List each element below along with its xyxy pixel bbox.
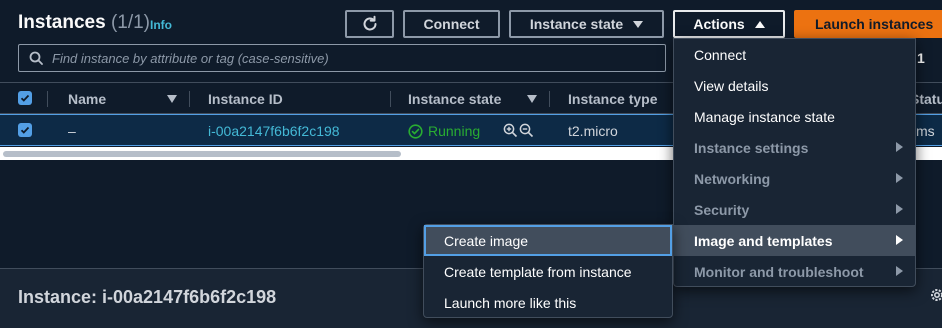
- caret-right-icon: [896, 142, 903, 152]
- page-title-text: Instances: [18, 12, 106, 33]
- search-icon: [29, 51, 43, 65]
- zoom-out-icon[interactable]: [519, 123, 534, 138]
- menu-item-label: Security: [694, 201, 750, 218]
- menu-item-label: Monitor and troubleshoot: [694, 263, 864, 280]
- zoom-controls: [503, 123, 534, 138]
- cell-status-check: ms: [916, 123, 935, 139]
- row-checkbox[interactable]: [18, 123, 32, 137]
- caret-right-icon: [896, 266, 903, 276]
- launch-instances-button[interactable]: Launch instances: [794, 10, 942, 38]
- submenu-item-label: Launch more like this: [444, 294, 577, 311]
- cell-instance-id-link[interactable]: i-00a2147f6b6f2c198: [208, 123, 340, 139]
- menu-item-label: Image and templates: [694, 232, 833, 249]
- page-title: Instances (1/1): [18, 12, 150, 34]
- caret-right-icon: [896, 204, 903, 214]
- connect-button[interactable]: Connect: [403, 10, 500, 38]
- search-input[interactable]: [52, 50, 652, 66]
- select-all-checkbox[interactable]: [18, 91, 32, 105]
- cell-instance-type: t2.micro: [568, 123, 618, 139]
- search-bar[interactable]: [18, 44, 666, 72]
- menu-item-instance-settings[interactable]: Instance settings: [674, 132, 915, 163]
- column-divider: [549, 91, 550, 107]
- menu-item-view-details[interactable]: View details: [674, 70, 915, 101]
- cell-instance-state: Running: [408, 123, 480, 139]
- launch-instances-label: Launch instances: [815, 16, 934, 32]
- scrollbar-thumb[interactable]: [3, 151, 401, 157]
- check-icon: [20, 94, 30, 102]
- menu-item-label: Instance settings: [694, 139, 809, 156]
- filter-caret-icon[interactable]: [167, 95, 177, 103]
- menu-item-label: Manage instance state: [694, 108, 835, 125]
- menu-item-label: View details: [694, 77, 769, 94]
- instance-state-button-label: Instance state: [529, 16, 624, 32]
- actions-button-label: Actions: [693, 16, 745, 32]
- menu-item-label: Connect: [694, 46, 747, 63]
- column-header-instance-id[interactable]: Instance ID: [208, 91, 283, 107]
- refresh-button[interactable]: [345, 10, 394, 38]
- connect-button-label: Connect: [423, 16, 480, 32]
- submenu-item-label: Create image: [444, 232, 529, 249]
- submenu-item-create-image[interactable]: Create image: [424, 225, 672, 256]
- cell-name: –: [68, 123, 76, 139]
- gear-icon[interactable]: [929, 287, 942, 303]
- caret-right-icon: [896, 173, 903, 183]
- zoom-in-icon[interactable]: [503, 123, 518, 138]
- submenu-item-launch-more-like-this[interactable]: Launch more like this: [424, 287, 672, 318]
- instance-count: (1/1): [110, 12, 151, 33]
- column-divider: [189, 91, 190, 107]
- detail-pane-title: Instance: i-00a2147f6b6f2c198: [18, 287, 277, 307]
- filter-caret-icon[interactable]: [527, 95, 537, 103]
- submenu-item-create-template[interactable]: Create template from instance: [424, 256, 672, 287]
- check-icon: [20, 126, 30, 134]
- submenu-item-label: Create template from instance: [444, 263, 632, 280]
- image-templates-submenu: Create image Create template from instan…: [423, 224, 673, 318]
- actions-menu: Connect View details Manage instance sta…: [673, 38, 916, 287]
- menu-item-networking[interactable]: Networking: [674, 163, 915, 194]
- refresh-icon: [363, 15, 376, 31]
- actions-button[interactable]: Actions: [673, 10, 785, 38]
- info-link[interactable]: Info: [150, 18, 172, 32]
- instance-state-text: Running: [428, 123, 481, 139]
- instance-state-button[interactable]: Instance state: [509, 10, 664, 38]
- menu-item-connect[interactable]: Connect: [674, 39, 915, 70]
- menu-item-manage-instance-state[interactable]: Manage instance state: [674, 101, 915, 132]
- column-header-instance-type[interactable]: Instance type: [568, 91, 657, 107]
- menu-item-security[interactable]: Security: [674, 194, 915, 225]
- column-header-name[interactable]: Name: [68, 91, 106, 107]
- menu-item-monitor-and-troubleshoot[interactable]: Monitor and troubleshoot: [674, 256, 915, 287]
- column-divider: [47, 91, 48, 107]
- menu-item-label: Networking: [694, 170, 771, 187]
- column-header-instance-state[interactable]: Instance state: [408, 91, 501, 107]
- caret-down-icon: [633, 20, 644, 28]
- caret-right-icon: [896, 235, 903, 245]
- caret-up-icon: [754, 20, 765, 28]
- menu-item-image-and-templates[interactable]: Image and templates: [674, 225, 915, 256]
- status-running-icon: [408, 123, 423, 139]
- pagination-current-page[interactable]: 1: [917, 50, 925, 66]
- column-divider: [390, 91, 391, 107]
